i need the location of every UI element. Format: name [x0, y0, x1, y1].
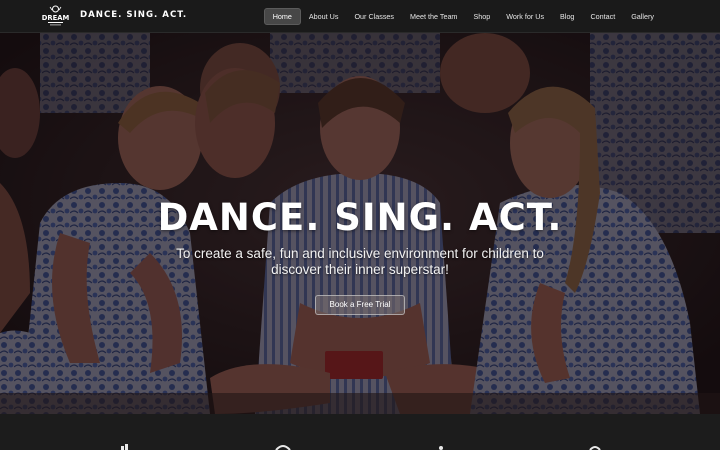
site-header: DREAM DANCE. SING. ACT. Home About Us Ou… — [0, 0, 720, 33]
logo-text: DREAM — [42, 14, 69, 22]
nav-contact[interactable]: Contact — [582, 8, 623, 25]
book-free-trial-button[interactable]: Book a Free Trial — [315, 295, 405, 315]
main-nav: Home About Us Our Classes Meet the Team … — [263, 7, 662, 25]
hero-subtitle: To create a safe, fun and inclusive envi… — [176, 246, 544, 277]
brand-name[interactable]: DANCE. SING. ACT. — [80, 10, 187, 20]
logo-mark-icon: DREAM — [42, 5, 69, 26]
nav-shop[interactable]: Shop — [465, 8, 498, 25]
hero-title: DANCE. SING. ACT. — [157, 196, 563, 239]
features-section — [0, 414, 720, 450]
act-icon — [439, 446, 443, 450]
music-icon — [589, 446, 601, 450]
site-logo[interactable]: DREAM — [42, 4, 69, 28]
nav-work-for-us[interactable]: Work for Us — [498, 8, 552, 25]
nav-meet-the-team[interactable]: Meet the Team — [402, 8, 465, 25]
sing-icon — [275, 445, 291, 450]
nav-gallery[interactable]: Gallery — [623, 8, 662, 25]
nav-blog[interactable]: Blog — [552, 8, 582, 25]
nav-our-classes[interactable]: Our Classes — [346, 8, 402, 25]
dance-icon — [121, 444, 128, 450]
hero-section: DANCE. SING. ACT. To create a safe, fun … — [0, 33, 720, 414]
page: DREAM DANCE. SING. ACT. Home About Us Ou… — [0, 0, 720, 450]
nav-about-us[interactable]: About Us — [301, 8, 347, 25]
nav-home[interactable]: Home — [263, 7, 301, 25]
